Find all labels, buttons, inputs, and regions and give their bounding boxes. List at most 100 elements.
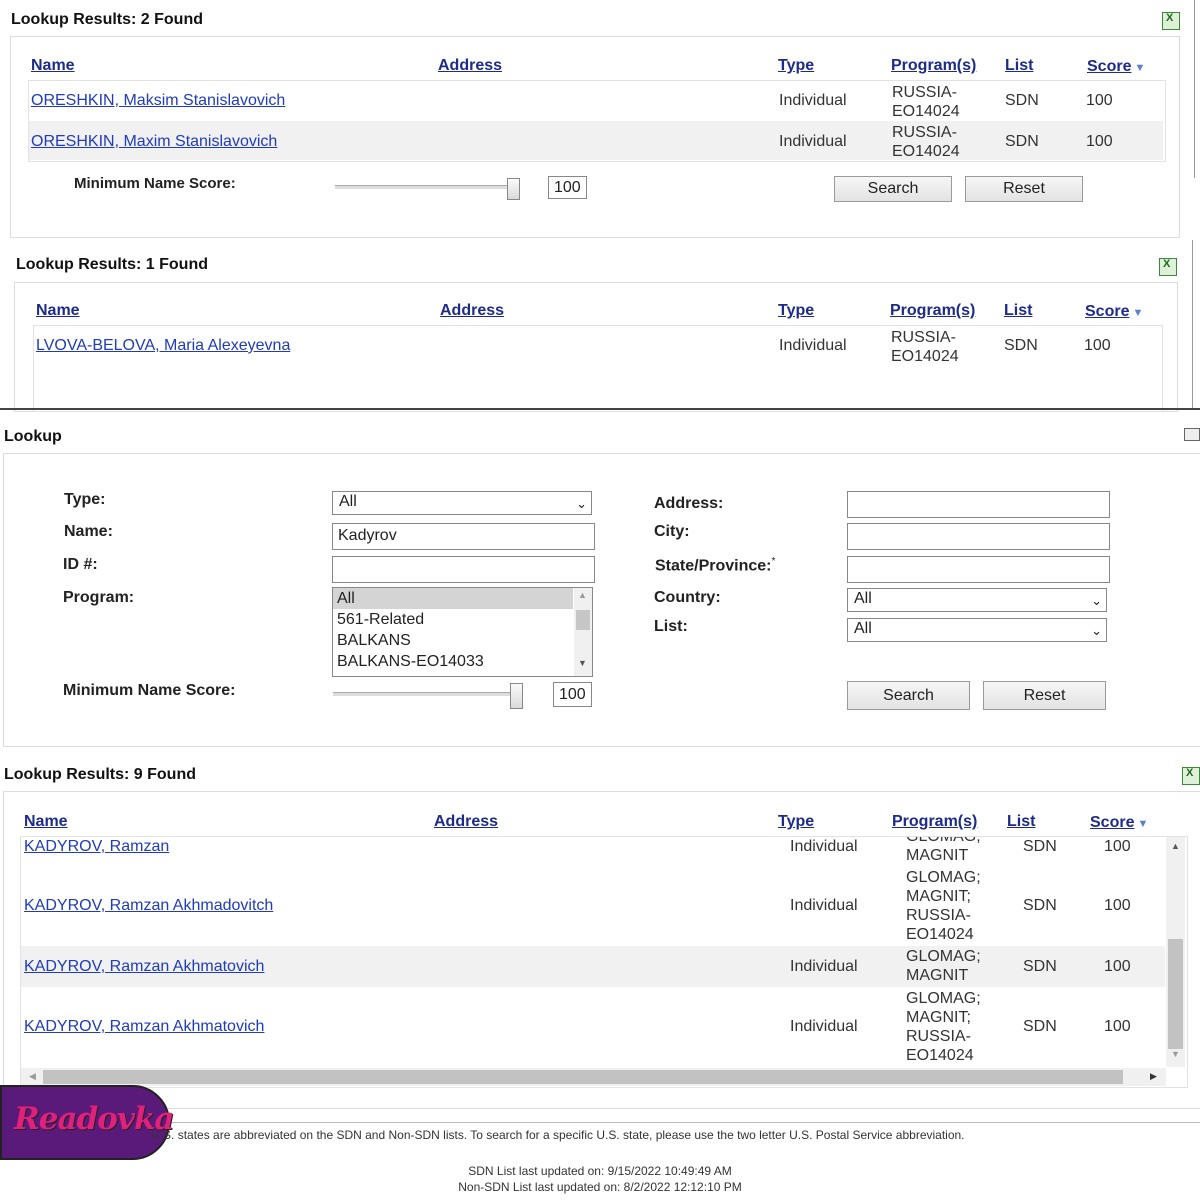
country-label: Country: (654, 589, 721, 606)
result-list: SDN (1023, 897, 1057, 914)
type-select[interactable]: All ⌄ (332, 491, 592, 515)
column-header-programs[interactable]: Program(s) (892, 813, 977, 831)
scrollbar-thumb[interactable] (43, 1070, 1123, 1084)
country-select[interactable]: All ⌄ (847, 588, 1107, 612)
column-header-address[interactable]: Address (438, 57, 502, 75)
scrollbar-thumb[interactable] (1168, 939, 1183, 1049)
column-header-name[interactable]: Name (31, 57, 75, 75)
excel-export-icon[interactable] (1162, 12, 1180, 30)
city-input[interactable] (847, 523, 1110, 550)
result-name-link[interactable]: LVOVA-BELOVA, Maria Alexeyevna (36, 337, 290, 355)
vertical-scrollbar[interactable]: ▲ ▼ (1166, 837, 1185, 1067)
search-button[interactable]: Search (834, 176, 952, 202)
min-score-input[interactable]: 100 (553, 682, 592, 707)
column-header-name[interactable]: Name (36, 302, 80, 320)
results-title: Lookup Results: 9 Found (4, 766, 196, 783)
table-row: KADYROV, Ramzan Individual GLOMAG;MAGNIT… (21, 837, 1165, 866)
slider-handle[interactable] (510, 683, 523, 709)
column-header-name[interactable]: Name (24, 813, 68, 831)
min-score-slider[interactable] (335, 185, 515, 189)
slider-handle[interactable] (507, 178, 520, 200)
column-header-list[interactable]: List (1007, 813, 1035, 831)
result-type: Individual (779, 133, 847, 150)
result-program: GLOMAG;MAGNIT (906, 837, 981, 864)
result-name-link[interactable]: KADYROV, Ramzan Akhmatovich (24, 1018, 264, 1036)
result-list: SDN (1023, 958, 1057, 975)
column-header-programs[interactable]: Program(s) (891, 57, 976, 75)
result-type: Individual (790, 958, 858, 975)
result-program: GLOMAG;MAGNIT (906, 948, 981, 984)
result-program: RUSSIA- EO14024 (891, 329, 959, 365)
panel-border (1192, 240, 1193, 410)
horizontal-scrollbar[interactable]: ◀ ▶ (21, 1068, 1166, 1086)
list-item[interactable]: BALKANS (333, 630, 592, 651)
result-score: 100 (1104, 838, 1131, 855)
program-listbox[interactable]: All 561-Related BALKANS BALKANS-EO14033 … (332, 587, 593, 677)
min-score-label: Minimum Name Score: (63, 682, 236, 699)
list-item[interactable]: BALKANS-EO14033 (333, 651, 592, 672)
result-list: SDN (1005, 133, 1039, 150)
list-select[interactable]: All ⌄ (847, 618, 1107, 642)
min-score-input[interactable]: 100 (548, 176, 587, 199)
list-item[interactable]: 561-Related (333, 609, 592, 630)
column-header-list[interactable]: List (1005, 57, 1033, 75)
result-name-link[interactable]: KADYROV, Ramzan Akhmadovitch (24, 897, 273, 915)
result-score: 100 (1104, 1018, 1131, 1035)
min-score-slider[interactable] (333, 692, 519, 696)
table-row: KADYROV, Ramzan Akhmatovich Individual G… (21, 987, 1165, 1067)
chevron-down-icon: ⌄ (1091, 623, 1102, 638)
excel-export-icon[interactable] (1182, 767, 1200, 785)
reset-button[interactable]: Reset (965, 176, 1083, 202)
result-list: SDN (1005, 92, 1039, 109)
result-name-link[interactable]: KADYROV, Ramzan Akhmatovich (24, 958, 264, 976)
state-input[interactable] (847, 556, 1110, 583)
reset-button[interactable]: Reset (983, 681, 1106, 710)
result-name-link[interactable]: ORESHKIN, Maxim Stanislavovich (31, 133, 277, 151)
list-item[interactable]: All (333, 588, 573, 609)
scroll-down-icon[interactable]: ▼ (1171, 1049, 1180, 1059)
column-header-list[interactable]: List (1004, 302, 1032, 320)
panel-border (1194, 0, 1195, 178)
lookup-title: Lookup (4, 428, 62, 445)
column-header-address[interactable]: Address (434, 813, 498, 831)
excel-export-icon[interactable] (1159, 258, 1177, 276)
result-program: RUSSIA- EO14024 (892, 84, 960, 120)
print-icon[interactable] (1184, 428, 1200, 441)
result-type: Individual (790, 1018, 858, 1035)
list-label: List: (654, 618, 688, 635)
result-name-link[interactable]: KADYROV, Ramzan (24, 838, 169, 856)
table-row: KADYROV, Ramzan Akhmatovich Individual G… (21, 946, 1165, 987)
column-header-score[interactable]: Score ▼ (1087, 58, 1145, 76)
result-type: Individual (790, 897, 858, 914)
scrollbar-thumb[interactable] (576, 610, 590, 630)
state-label: State/Province:* (655, 556, 776, 575)
column-header-type[interactable]: Type (778, 302, 814, 320)
result-list: SDN (1004, 337, 1038, 354)
scroll-right-icon[interactable]: ▶ (1150, 1071, 1157, 1082)
readovka-logo: Readovka (0, 1085, 175, 1160)
result-list: SDN (1023, 1018, 1057, 1035)
name-label: Name: (64, 523, 113, 540)
name-input[interactable]: Kadyrov (332, 523, 595, 550)
scroll-up-icon[interactable]: ▲ (1171, 841, 1180, 851)
chevron-down-icon: ⌄ (576, 496, 587, 511)
scroll-up-icon[interactable]: ▲ (578, 590, 587, 600)
sort-desc-icon: ▼ (1134, 818, 1149, 830)
column-header-address[interactable]: Address (440, 302, 504, 320)
scroll-left-icon[interactable]: ◀ (29, 1071, 36, 1082)
column-header-type[interactable]: Type (778, 813, 814, 831)
result-name-link[interactable]: ORESHKIN, Maksim Stanislavovich (31, 92, 285, 110)
address-input[interactable] (847, 491, 1110, 518)
result-type: Individual (779, 337, 847, 354)
column-header-score[interactable]: Score ▼ (1085, 303, 1143, 321)
results-title: Lookup Results: 2 Found (11, 11, 203, 28)
column-header-type[interactable]: Type (778, 57, 814, 75)
listbox-scrollbar[interactable]: ▲ ▼ (574, 588, 592, 676)
search-button[interactable]: Search (847, 681, 970, 710)
sdn-updated: SDN List last updated on: 9/15/2022 10:4… (468, 1164, 732, 1178)
scroll-down-icon[interactable]: ▼ (578, 658, 587, 668)
column-header-programs[interactable]: Program(s) (890, 302, 975, 320)
footer-divider (0, 1122, 1200, 1123)
column-header-score[interactable]: Score ▼ (1090, 814, 1148, 832)
id-input[interactable] (332, 556, 595, 583)
